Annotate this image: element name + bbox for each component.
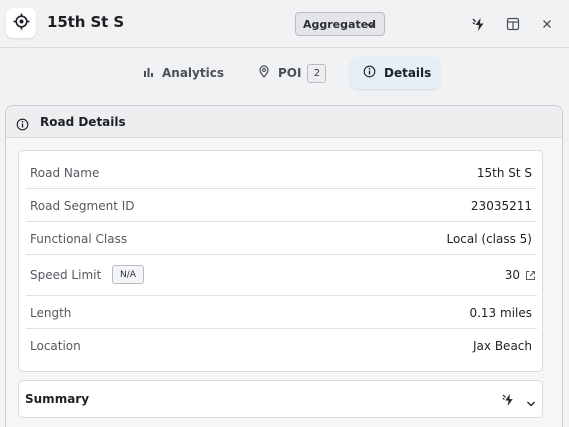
detail-label: Road Segment ID — [30, 199, 135, 213]
locate-button[interactable] — [6, 8, 36, 38]
na-badge: N/A — [112, 265, 144, 284]
edit-icon[interactable] — [525, 270, 536, 284]
summary-title: Summary — [25, 392, 90, 406]
detail-row-segment-id: Road Segment ID 23035211 — [26, 189, 537, 222]
flash-off-icon[interactable] — [471, 16, 487, 32]
detail-row-functional-class: Functional Class Local (class 5) — [26, 222, 537, 255]
close-icon[interactable] — [539, 16, 555, 32]
detail-row-speed-limit: Speed Limit N/A 30 — [26, 255, 537, 296]
chevron-down-icon[interactable] — [526, 394, 536, 413]
chevron-down-icon — [366, 20, 375, 33]
details-card: Road Name 15th St S Road Segment ID 2303… — [18, 150, 543, 372]
detail-value: 0.13 miles — [469, 306, 532, 320]
tab-label: Details — [384, 66, 432, 80]
detail-label: Speed Limit — [30, 268, 102, 282]
detail-value: Local (class 5) — [446, 232, 532, 246]
info-icon — [363, 65, 384, 81]
road-details-panel: Road Details Road Name 15th St S Road Se… — [5, 105, 563, 427]
detail-value: Jax Beach — [473, 339, 532, 353]
detail-label: Location — [30, 339, 81, 353]
tab-label: Analytics — [162, 66, 224, 80]
tab-analytics[interactable]: Analytics — [135, 57, 225, 89]
summary-section[interactable]: Summary — [18, 380, 543, 418]
crosshair-icon — [13, 13, 30, 34]
panel-layout-icon[interactable] — [505, 16, 521, 32]
info-icon — [16, 116, 29, 135]
flash-off-icon[interactable] — [502, 392, 516, 411]
header-bar: 15th St S Aggregated — [0, 0, 569, 48]
detail-label: Functional Class — [30, 232, 128, 246]
page-title: 15th St S — [47, 13, 125, 31]
detail-value: 23035211 — [470, 199, 532, 213]
detail-label: Road Name — [30, 166, 100, 180]
tab-label: POI — [278, 66, 302, 80]
panel-title: Road Details — [40, 114, 126, 129]
detail-row-location: Location Jax Beach — [26, 329, 537, 362]
tab-bar: Analytics POI 2 Details — [0, 57, 569, 89]
detail-row-road-name: Road Name 15th St S — [26, 156, 537, 189]
detail-label: Length — [30, 306, 72, 320]
poi-count-badge: 2 — [307, 63, 327, 83]
tab-poi[interactable]: POI 2 — [250, 57, 335, 89]
road-details-header[interactable]: Road Details — [6, 106, 562, 138]
bar-chart-icon — [143, 66, 162, 80]
aggregation-dropdown[interactable]: Aggregated — [295, 12, 385, 36]
detail-row-length: Length 0.13 miles — [26, 296, 537, 329]
tab-details[interactable]: Details — [350, 57, 440, 89]
detail-value: 15th St S — [476, 166, 532, 180]
speed-limit-value: 30 — [504, 268, 520, 282]
map-pin-icon — [258, 65, 278, 81]
